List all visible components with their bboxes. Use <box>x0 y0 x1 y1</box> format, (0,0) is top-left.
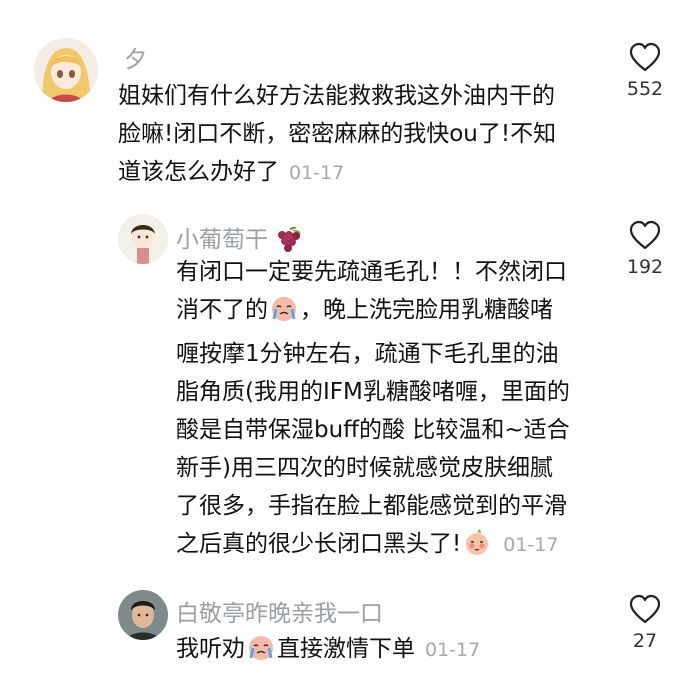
like-count: 552 <box>626 78 664 100</box>
anime-girl-avatar-icon <box>34 38 98 102</box>
comment-line: 消不了的 <box>176 297 268 323</box>
heart-icon[interactable] <box>613 220 677 250</box>
like-button[interactable]: 552 <box>613 42 677 100</box>
username[interactable]: 白敬亭昨晚亲我一口 <box>176 594 383 628</box>
blushing-face-emoji-icon <box>463 529 491 569</box>
comment-line: 脂角质(我用的IFM乳糖酸啫喱，里面的 <box>176 379 570 405</box>
comment-date: 01-17 <box>425 639 481 661</box>
heart-icon[interactable] <box>613 594 677 624</box>
crying-face-emoji-icon <box>270 295 298 335</box>
comment-line: 我听劝 <box>176 636 245 662</box>
comment-date: 01-17 <box>503 534 559 556</box>
man-photo-avatar-icon <box>118 590 168 640</box>
avatar[interactable] <box>118 214 168 264</box>
like-button[interactable]: 27 <box>613 594 677 652</box>
crying-face-emoji-icon <box>247 634 275 674</box>
comment-line: 脸嘛!闭口不断，密密麻麻的我快ou了!不知 <box>118 121 557 147</box>
comment-line: 姐妹们有什么好方法能救救我这外油内干的 <box>118 83 555 109</box>
comment-text[interactable]: 有闭口一定要先疏通毛孔！！不然闭口 消不了的 ，晚上洗完脸用乳糖酸啫 喱按摩1分钟… <box>176 253 570 569</box>
username-text: 小葡萄干 <box>176 227 268 253</box>
comment-line: 新手)用三四次的时候就感觉皮肤细腻 <box>176 455 553 481</box>
username[interactable]: 夕 <box>124 40 147 74</box>
comment-date: 01-17 <box>289 162 345 184</box>
comment-line: 酸是自带保湿buff的酸 比较温和~适合 <box>176 417 570 443</box>
avatar[interactable] <box>118 590 168 640</box>
cartoon-girl-avatar-icon <box>118 214 168 264</box>
comment-text[interactable]: 姐妹们有什么好方法能救救我这外油内干的 脸嘛!闭口不断，密密麻麻的我快ou了!不… <box>118 77 556 192</box>
heart-icon[interactable] <box>613 42 677 72</box>
comment-line: ，晚上洗完脸用乳糖酸啫 <box>300 297 553 323</box>
comment-line: 之后真的很少长闭口黑头了! <box>176 531 462 557</box>
like-count: 27 <box>632 630 658 652</box>
comment-line: 道该怎么办好了 <box>118 159 279 185</box>
comment-text[interactable]: 我听劝 直接激情下单 01-17 <box>176 630 480 674</box>
comment-line: 有闭口一定要先疏通毛孔！！不然闭口 <box>176 259 567 285</box>
like-count: 192 <box>626 256 664 278</box>
comment-line: 直接激情下单 <box>277 636 415 662</box>
like-button[interactable]: 192 <box>613 220 677 278</box>
comment-line: 喱按摩1分钟左右，疏通下毛孔里的油 <box>176 341 559 367</box>
comment-line: 了很多，手指在脸上都能感觉到的平滑 <box>176 493 567 519</box>
avatar[interactable] <box>34 38 98 102</box>
